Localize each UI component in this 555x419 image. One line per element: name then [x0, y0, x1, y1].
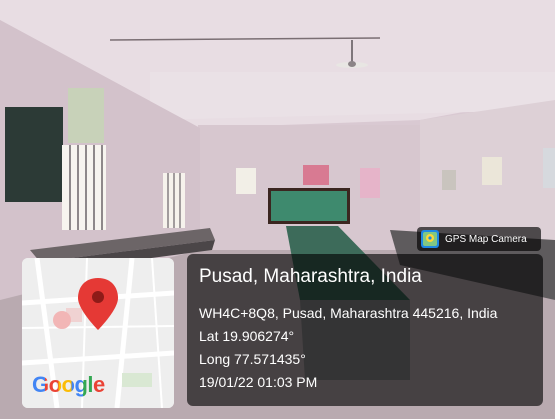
- gps-map-camera-icon: [421, 230, 439, 248]
- longitude-text: Long 77.571435°: [199, 351, 306, 367]
- location-title: Pusad, Maharashtra, India: [199, 266, 422, 287]
- gps-map-camera-badge: GPS Map Camera: [417, 227, 541, 251]
- app-name-label: GPS Map Camera: [445, 233, 527, 245]
- map-thumbnail: Google: [22, 258, 174, 408]
- location-info-panel: Pusad, Maharashtra, India WH4C+8Q8, Pusa…: [187, 254, 543, 406]
- latitude-text: Lat 19.906274°: [199, 328, 295, 344]
- datetime-text: 19/01/22 01:03 PM: [199, 374, 318, 390]
- photo-frame: GPS Map Camera Google Pusad, Maharashtra…: [0, 0, 555, 419]
- address-text: WH4C+8Q8, Pusad, Maharashtra 445216, Ind…: [199, 305, 498, 321]
- google-logo: Google: [32, 372, 105, 397]
